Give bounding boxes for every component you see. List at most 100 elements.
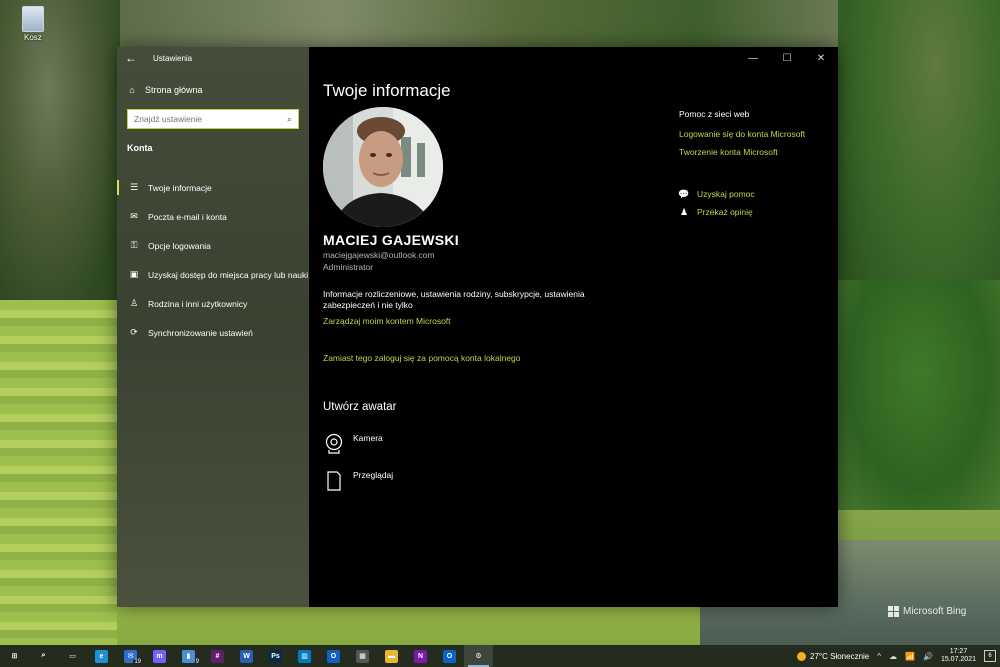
main-content: — ☐ ✕ Twoje informacje MACIEJ GAJEWSKI m… [309,47,838,607]
manage-account-link[interactable]: Zarządzaj moim kontem Microsoft [323,316,451,326]
sidebar-item-label: Poczta e-mail i konta [148,211,227,222]
web-help-title: Pomoc z sieci web [679,109,750,119]
volume-icon[interactable]: 🔊 [923,652,933,661]
sidebar-item-family[interactable]: ♙ Rodzina i inni użytkownicy [117,289,309,318]
home-label: Strona główna [145,85,203,95]
user-role: Administrator [323,262,374,272]
sidebar-item-sync[interactable]: ⟳ Synchronizowanie ustawień [117,318,309,347]
help-actions: 💬 Uzyskaj pomoc ♟ Przekaż opinię [678,185,755,221]
back-arrow-icon[interactable]: ← [117,47,145,69]
user-email: maciejgajewski@outlook.com [323,250,435,260]
slack-icon: # [211,649,224,663]
phone-icon: ▮ [182,649,195,663]
start-icon: ⊞ [11,653,18,660]
photoshop-icon: Ps [269,649,282,663]
taskbar-mail-button[interactable]: ✉ 19 [116,645,145,667]
minimize-button[interactable]: — [736,47,770,69]
briefcase-icon: ▣ [129,269,139,279]
messenger-icon: m [153,649,166,663]
browse-label: Przeglądaj [353,470,394,480]
word-icon: W [240,649,253,663]
taskbar-onenote-button[interactable]: N [406,645,435,667]
home-icon: ⌂ [129,85,135,95]
taskbar-start-button[interactable]: ⊞ [0,645,29,667]
close-button[interactable]: ✕ [804,47,838,69]
sidebar-item-email[interactable]: ✉ Poczta e-mail i konta [117,202,309,231]
bing-watermark: Microsoft Bing [888,606,966,617]
notification-center-button[interactable]: 6 [984,650,996,662]
taskbar-settings-button[interactable]: ⚙ [464,645,493,667]
search-box[interactable]: ⌕ [127,109,299,129]
camera-option[interactable]: Kamera [325,433,383,455]
feedback-link[interactable]: ♟ Przekaż opinię [679,203,755,221]
help-link-create-account[interactable]: Tworzenie konta Microsoft [679,147,829,157]
clock-date: 15.07.2021 [940,656,976,663]
outlook-icon: O [443,649,456,663]
weather-label: 27°C Słonecznie [810,651,870,661]
taskbar-outlook-calendar-button[interactable]: O [319,645,348,667]
taskbar-word-button[interactable]: W [232,645,261,667]
browse-option[interactable]: Przeglądaj [325,470,393,492]
key-icon: ⚿ [130,240,138,250]
task-view-icon: ▭ [69,653,76,660]
sidebar: ← Ustawienia ⌂ Strona główna ⌕ Konta ☰ T… [117,47,309,607]
taskbar: ⊞ ⌕ ▭ e ✉ 19 m ▮ 9 # W Ps ▥ O ▦ ▬ N O ⚙ 27°C Słonecznie ^ … [0,645,1000,667]
settings-window: ← Ustawienia ⌂ Strona główna ⌕ Konta ☰ T… [117,47,838,607]
local-account-link[interactable]: Zamiast tego zaloguj się za pomocą konta… [323,353,521,363]
desktop-background-trees [838,280,1000,510]
sidebar-item-your-info[interactable]: ☰ Twoje informacje [117,173,309,202]
home-link[interactable]: ⌂ Strona główna [127,85,203,95]
contact-card-icon: ☰ [129,182,139,192]
section-title: Konta [127,143,153,153]
recycle-bin-label: Kosz [24,33,42,42]
sync-icon: ⟳ [130,327,138,337]
weather-widget[interactable]: 27°C Słonecznie [797,651,870,661]
help-link-sign-in[interactable]: Logowanie się do konta Microsoft [679,129,829,139]
unread-badge: 9 [194,659,200,665]
taskbar-edge-button[interactable]: e [87,645,116,667]
title-bar: ← Ustawienia [117,47,309,69]
outlook-calendar-icon: O [327,649,340,663]
chevron-up-icon[interactable]: ^ [877,652,881,661]
sidebar-item-label: Uzyskaj dostęp do miejsca pracy lub nauk… [148,269,309,280]
taskbar-phone-button[interactable]: ▮ 9 [174,645,203,667]
user-name: MACIEJ GAJEWSKI [323,232,459,248]
get-help-link[interactable]: 💬 Uzyskaj pomoc [678,185,754,203]
camera-icon [325,433,343,454]
desktop-background-field [0,300,117,645]
taskbar-search-button[interactable]: ⌕ [29,645,58,667]
chat-bubble-icon: 💬 [678,188,690,199]
taskbar-slack-button[interactable]: # [203,645,232,667]
mail-icon: ✉ [130,211,138,221]
sidebar-item-work-access[interactable]: ▣ Uzyskaj dostęp do miejsca pracy lub na… [117,260,309,289]
edge-icon: e [95,649,108,663]
feedback-person-icon: ♟ [679,206,689,217]
avatar-photo-icon [323,107,443,227]
sidebar-item-sign-in-options[interactable]: ⚿ Opcje logowania [117,231,309,260]
network-icon[interactable]: 📶 [905,652,915,661]
search-icon[interactable]: ⌕ [287,114,292,125]
taskbar-photoshop-button[interactable]: Ps [261,645,290,667]
person-icon: ♙ [129,298,139,308]
taskbar-trello-button[interactable]: ▥ [290,645,319,667]
taskbar-calculator-button[interactable]: ▦ [348,645,377,667]
sidebar-item-label: Twoje informacje [148,182,212,193]
sun-icon [797,651,807,661]
recycle-bin-icon[interactable] [22,6,44,32]
sidebar-item-label: Synchronizowanie ustawień [148,327,253,338]
taskbar-outlook-button[interactable]: O [435,645,464,667]
maximize-button[interactable]: ☐ [770,47,804,69]
sidebar-item-label: Rodzina i inni użytkownicy [148,298,248,309]
trello-icon: ▥ [298,649,311,663]
taskbar-file-explorer-button[interactable]: ▬ [377,645,406,667]
search-input[interactable] [134,114,274,124]
taskbar-messenger-button[interactable]: m [145,645,174,667]
cloud-icon[interactable]: ☁ [889,652,897,661]
sidebar-nav: ☰ Twoje informacje ✉ Poczta e-mail i kon… [117,173,309,347]
account-info-text: Informacje rozliczeniowe, ustawienia rod… [323,289,585,310]
caption-buttons: — ☐ ✕ [736,47,838,69]
document-icon [327,471,341,491]
clock[interactable]: 17:27 15.07.2021 [941,648,976,664]
window-title: Ustawienia [153,53,193,63]
taskbar-task-view-button[interactable]: ▭ [58,645,87,667]
